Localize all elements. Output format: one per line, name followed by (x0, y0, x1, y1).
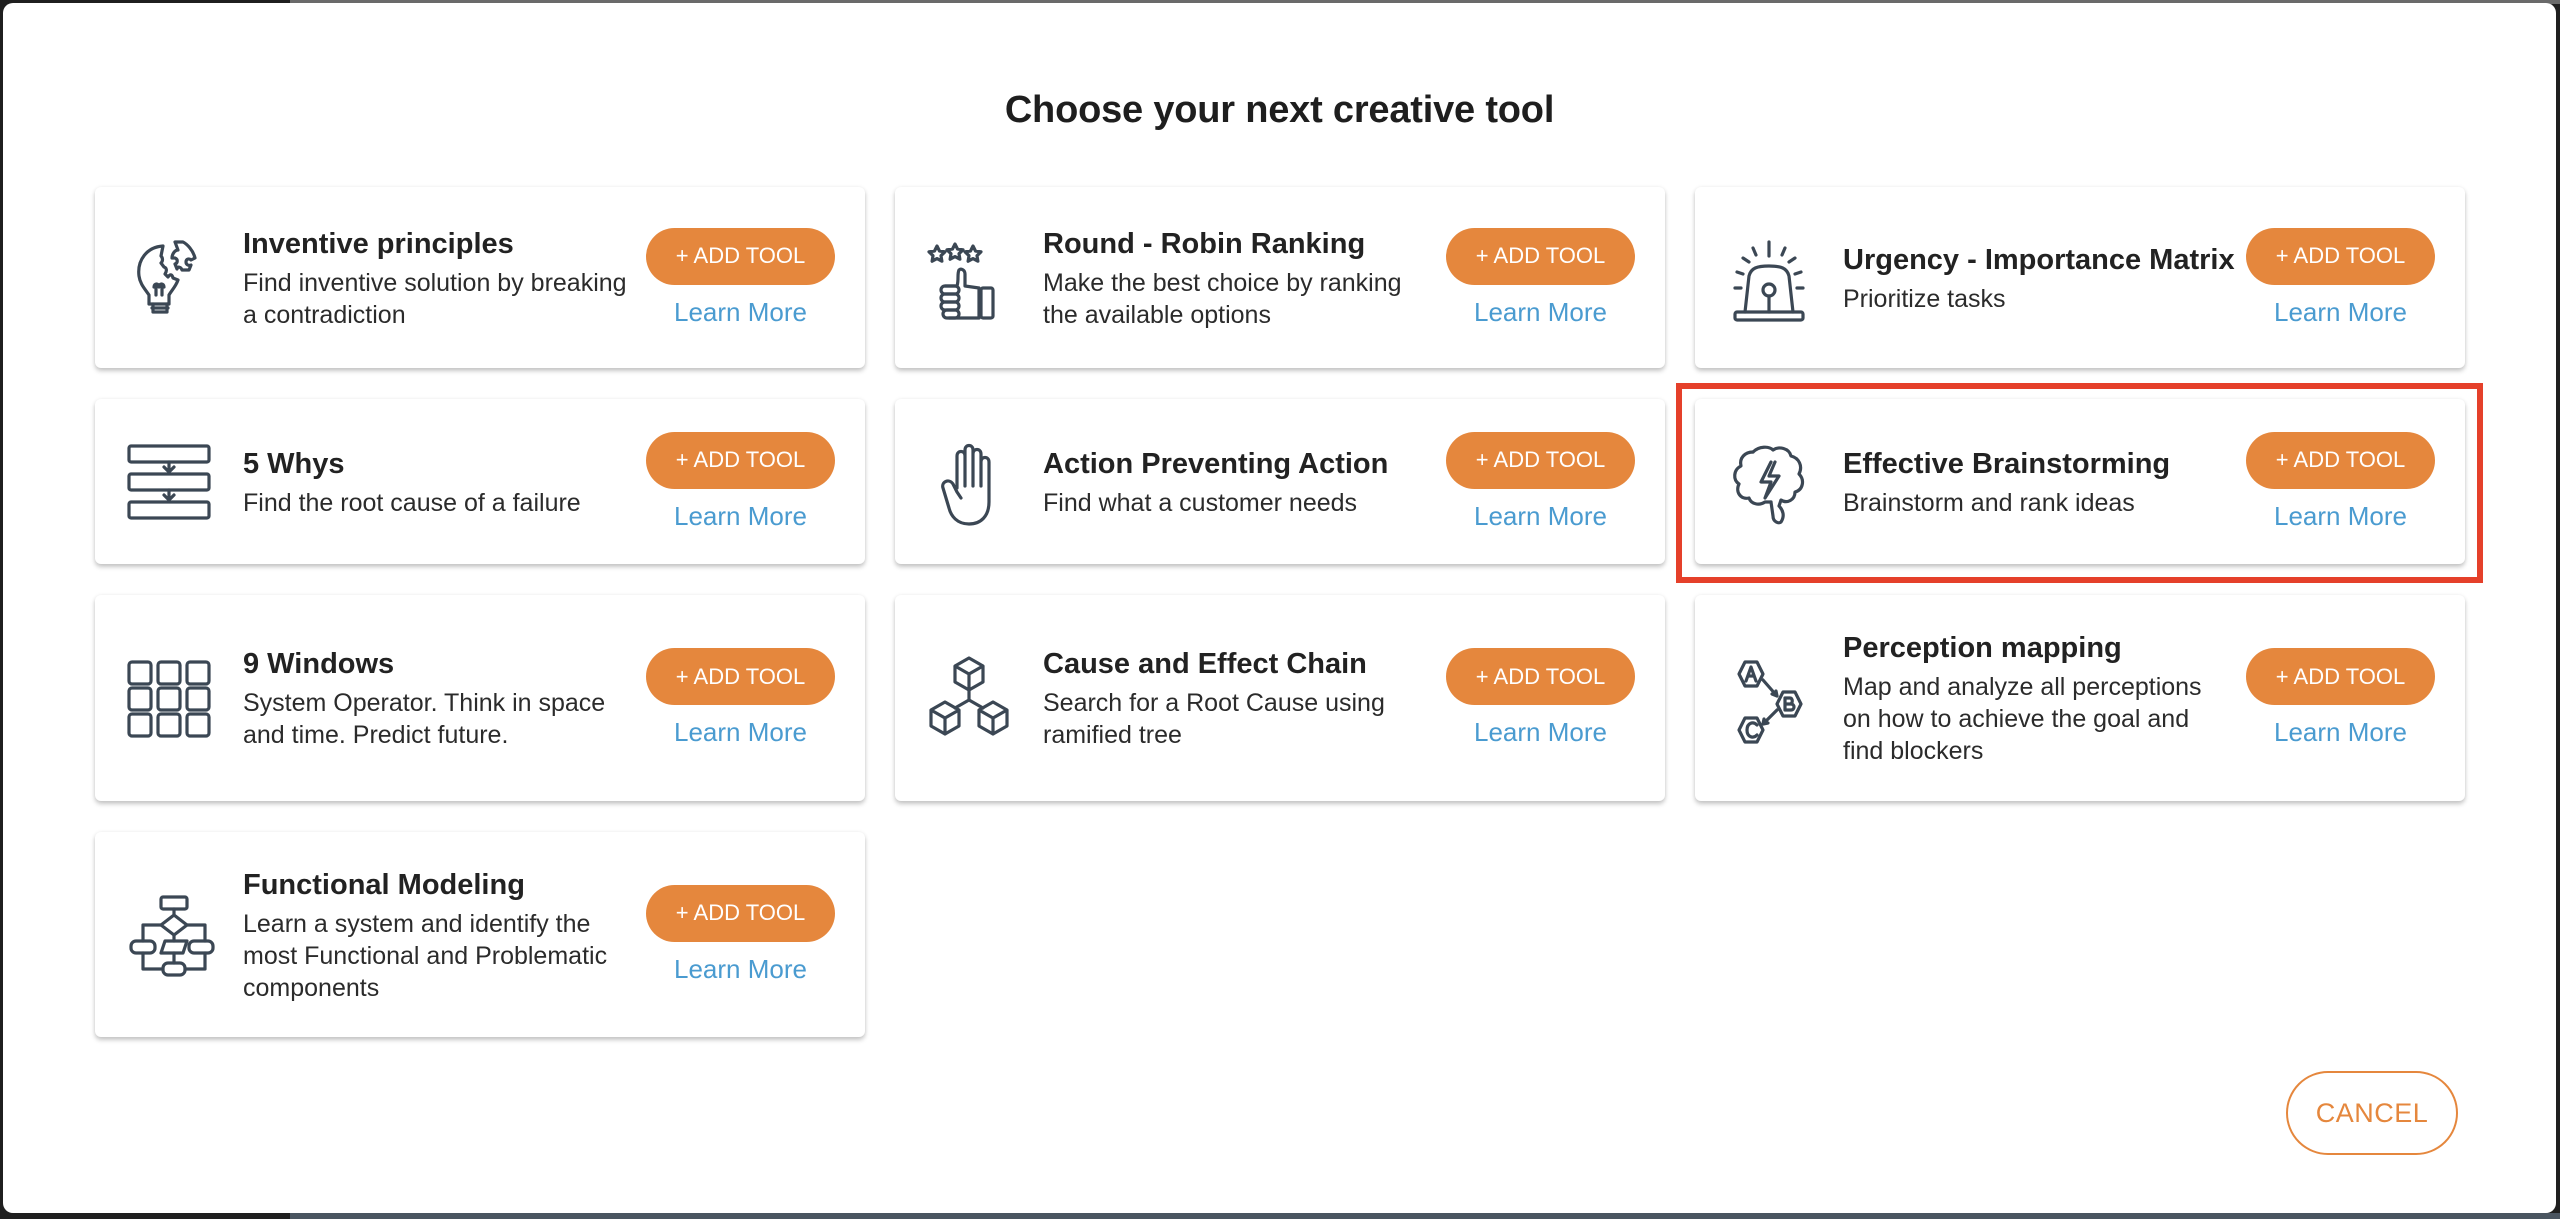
learn-more-link[interactable]: Learn More (1474, 717, 1607, 748)
tool-card-urgency-importance-matrix: Urgency - Importance Matrix Prioritize t… (1695, 187, 2465, 368)
tool-card-perception-mapping: Perception mapping Map and analyze all p… (1695, 595, 2465, 801)
hand-stop-icon (923, 436, 1015, 528)
add-tool-button[interactable]: + ADD TOOL (1446, 227, 1635, 285)
tool-title: Perception mapping (1843, 632, 2122, 664)
choose-tool-dialog: Choose your next creative tool Inventive… (3, 3, 2556, 1213)
learn-more-link[interactable]: Learn More (1474, 501, 1607, 532)
dialog-title: Choose your next creative tool (1004, 89, 1555, 131)
add-tool-button[interactable]: + ADD TOOL (1446, 431, 1635, 489)
tool-card-inventive-principles: Inventive principles Find inventive solu… (95, 187, 865, 368)
add-tool-button[interactable]: + ADD TOOL (2246, 648, 2435, 705)
learn-more-link[interactable]: Learn More (674, 954, 807, 985)
nine-windows-grid-icon (123, 652, 215, 744)
siren-icon (1723, 232, 1815, 324)
add-tool-button[interactable]: + ADD TOOL (1446, 648, 1635, 705)
add-tool-button[interactable]: + ADD TOOL (2246, 227, 2435, 285)
tool-description: Learn a system and identify the most Fun… (243, 909, 608, 1002)
tool-description: System Operator. Think in space and time… (243, 689, 606, 749)
thumbs-up-stars-icon (923, 232, 1015, 324)
tool-card-functional-modeling: Functional Modeling Learn a system and i… (95, 832, 865, 1037)
flow-steps-icon (123, 436, 215, 528)
cubes-tree-icon (923, 652, 1015, 744)
tool-description: Find inventive solution by breaking a co… (243, 268, 627, 329)
learn-more-link[interactable]: Learn More (1474, 297, 1607, 328)
tool-title: Urgency - Importance Matrix (1843, 243, 2235, 276)
tool-title: Cause and Effect Chain (1043, 648, 1367, 680)
tool-title: Inventive principles (243, 227, 514, 260)
learn-more-link[interactable]: Learn More (674, 297, 807, 328)
learn-more-link[interactable]: Learn More (2274, 297, 2407, 328)
tool-description: Find what a customer needs (1043, 488, 1358, 517)
tool-title: 9 Windows (243, 648, 395, 680)
tool-description: Prioritize tasks (1843, 284, 2006, 313)
tool-description: Map and analyze all perceptions on how t… (1843, 673, 2202, 765)
background-taskbar (290, 1213, 2560, 1219)
selection-highlight-box (1676, 383, 2483, 583)
abc-hexagons-icon (1723, 652, 1815, 744)
tool-title: Functional Modeling (243, 868, 525, 901)
flowchart-icon (123, 889, 215, 981)
learn-more-link[interactable]: Learn More (2274, 717, 2407, 748)
tool-card-round-robin-ranking: Round - Robin Ranking Make the best choi… (895, 187, 1665, 368)
cancel-button[interactable]: CANCEL (2286, 1071, 2458, 1155)
tool-title: Action Preventing Action (1043, 447, 1389, 480)
tool-card-action-preventing-action: Action Preventing Action Find what a cus… (895, 399, 1665, 564)
add-tool-button[interactable]: + ADD TOOL (646, 431, 835, 489)
learn-more-link[interactable]: Learn More (674, 501, 807, 532)
tool-card-cause-and-effect-chain: Cause and Effect Chain Search for a Root… (895, 595, 1665, 801)
add-tool-button[interactable]: + ADD TOOL (646, 884, 835, 942)
learn-more-link[interactable]: Learn More (674, 717, 807, 748)
lightbulb-puzzle-icon (123, 232, 215, 324)
tool-description: Search for a Root Cause using ramified t… (1043, 689, 1385, 749)
tool-title: 5 Whys (243, 447, 345, 480)
tool-description: Find the root cause of a failure (243, 488, 581, 517)
tool-title: Round - Robin Ranking (1043, 227, 1366, 260)
add-tool-button[interactable]: + ADD TOOL (646, 648, 835, 705)
tool-description: Make the best choice by ranking the avai… (1043, 268, 1402, 329)
tool-card-9-windows: 9 Windows System Operator. Think in spac… (95, 595, 865, 801)
tool-card-5-whys: 5 Whys Find the root cause of a failure … (95, 399, 865, 564)
add-tool-button[interactable]: + ADD TOOL (646, 227, 835, 285)
